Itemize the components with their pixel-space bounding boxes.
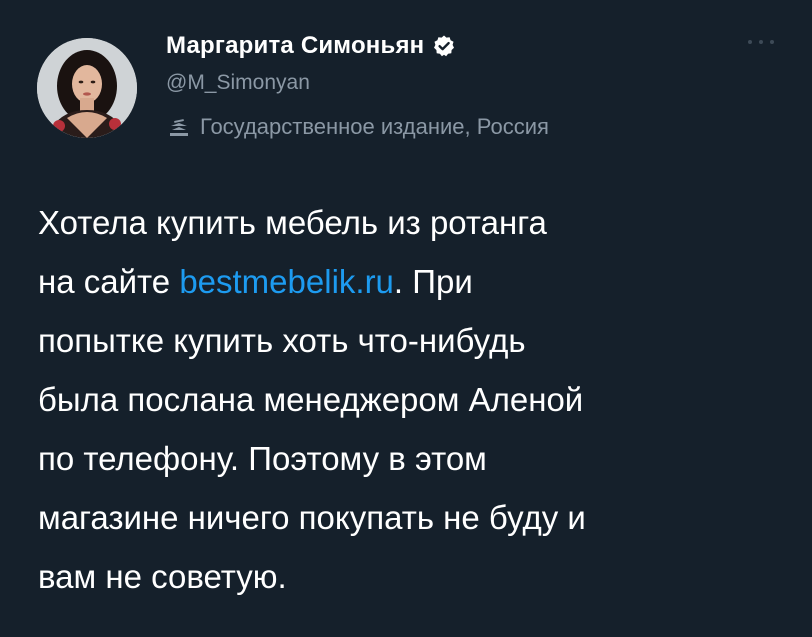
tweet-line: по телефону. Поэтому в этом [38, 429, 788, 488]
name-row: Маргарита Симоньян [166, 28, 549, 64]
tweet-line-text: магазине ничего покупать не буду и [38, 499, 586, 536]
tweet-line-text: . При [393, 263, 473, 300]
tweet-line-text: по телефону. Поэтому в этом [38, 440, 487, 477]
tweet-header: Маргарита Симоньян @M_Simonyan Государст… [166, 28, 549, 142]
tweet-text: Хотела купить мебель из ротанга на сайте… [38, 193, 788, 606]
handle[interactable]: @M_Simonyan [166, 68, 549, 98]
tweet-line-text: вам не советую. [38, 558, 287, 595]
more-options-icon[interactable] [741, 30, 781, 54]
tweet-line: на сайте bestmebelik.ru. При [38, 252, 788, 311]
affiliation-text: Государственное издание, Россия [200, 114, 549, 139]
tweet-line: Хотела купить мебель из ротанга [38, 193, 788, 252]
profile-photo-icon [37, 38, 137, 138]
tweet-line: вам не советую. [38, 547, 788, 606]
tweet-line-text: на сайте [38, 263, 180, 300]
verified-badge-icon [432, 34, 456, 58]
affiliation-label: Государственное издание, Россия [166, 112, 549, 142]
display-name[interactable]: Маргарита Симоньян [166, 32, 424, 60]
tweet-line: магазине ничего покупать не буду и [38, 488, 788, 547]
state-media-icon [168, 116, 190, 138]
avatar[interactable] [37, 38, 137, 138]
tweet-line: была послана менеджером Аленой [38, 370, 788, 429]
tweet-line-text: попытке купить хоть что-нибудь [38, 322, 526, 359]
tweet: Маргарита Симоньян @M_Simonyan Государст… [0, 0, 812, 637]
tweet-line-text: была послана менеджером Аленой [38, 381, 584, 418]
tweet-line-text: Хотела купить мебель из ротанга [38, 204, 547, 241]
tweet-link[interactable]: bestmebelik.ru [179, 263, 394, 300]
tweet-line: попытке купить хоть что-нибудь [38, 311, 788, 370]
